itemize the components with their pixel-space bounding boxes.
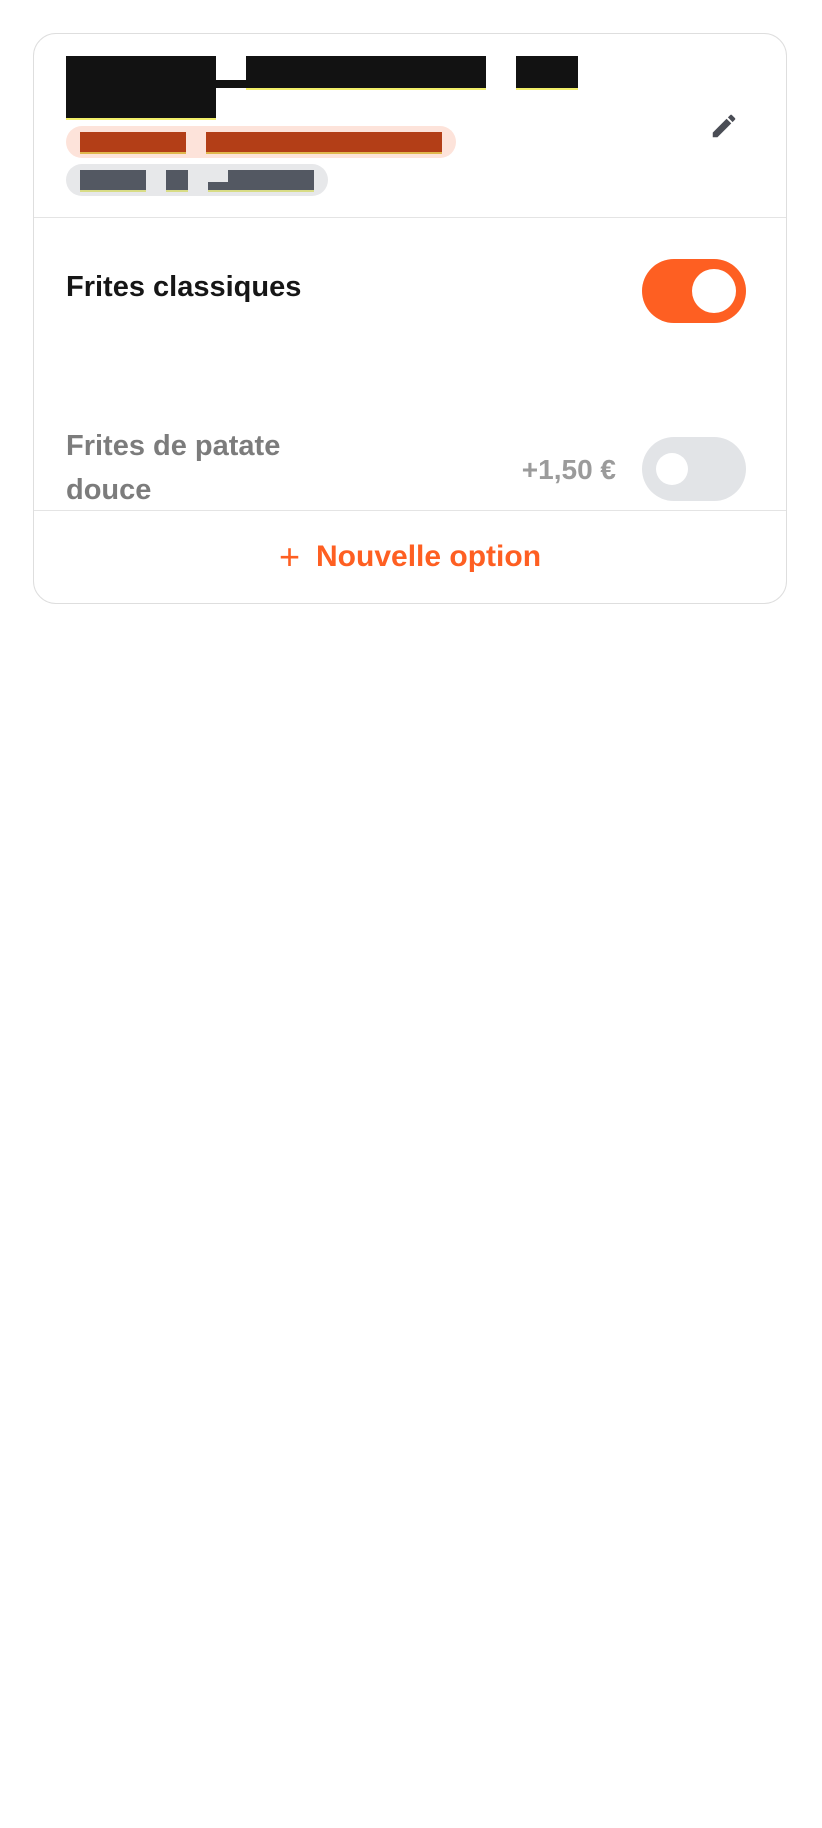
- option-name: Frites de patate douce: [66, 430, 281, 506]
- option-row-frites-classiques: Frites classiques: [34, 218, 786, 364]
- redacted-title-line-1c: [516, 56, 578, 90]
- edit-button[interactable]: [702, 104, 746, 148]
- redacted-tag-gray-bar-1: [80, 170, 146, 192]
- redacted-title-line-1a: [66, 56, 216, 90]
- option-group-card: Frites classiques Frites de patate douce…: [33, 33, 787, 604]
- option-row-frites-patate-douce: Frites de patate douce +1,50 €: [34, 364, 786, 510]
- redacted-tag-gray-bar-4: [208, 182, 228, 192]
- option-price: +1,50 €: [521, 454, 616, 485]
- option-toggle-off[interactable]: [642, 437, 746, 501]
- redacted-tag-gray: [66, 164, 328, 196]
- redacted-tag-orange: [66, 126, 456, 158]
- page: Frites classiques Frites de patate douce…: [0, 0, 822, 1828]
- add-option-button[interactable]: + Nouvelle option: [34, 510, 786, 603]
- add-option-label: Nouvelle option: [316, 540, 542, 573]
- redacted-title-line-1b: [246, 56, 486, 90]
- option-toggle-on[interactable]: [642, 259, 746, 323]
- option-name: Frites classiques: [66, 271, 302, 303]
- redacted-tag-gray-bar-3: [228, 170, 314, 192]
- card-header: [34, 34, 786, 218]
- toggle-knob: [692, 269, 736, 313]
- toggle-knob: [656, 453, 688, 485]
- redacted-tag-gray-bar-2: [166, 170, 188, 192]
- redacted-title-gap-fill: [216, 80, 246, 88]
- pencil-icon: [712, 114, 736, 138]
- redacted-tag-orange-bar-2: [206, 132, 442, 154]
- plus-icon: +: [278, 536, 301, 577]
- redacted-tag-orange-bar-1: [80, 132, 186, 154]
- redacted-title-line-2: [66, 88, 216, 120]
